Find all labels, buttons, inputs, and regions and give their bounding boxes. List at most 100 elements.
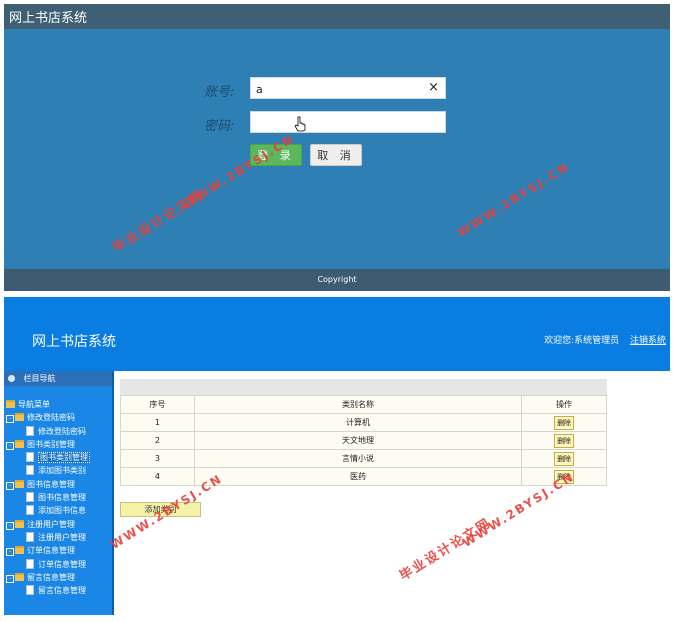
folder-icon	[15, 572, 24, 581]
admin-header: 网上书店系统 欢迎您:系统管理员 注销系统	[4, 297, 670, 371]
nav-group-label: 图书类别管理	[27, 439, 75, 449]
nav-item-book-info-manage[interactable]: 图书信息管理	[4, 491, 90, 504]
logout-link[interactable]: 注销系统	[630, 336, 666, 346]
password-field-box	[250, 111, 446, 134]
sidebar: 栏目导航 导航菜单 - 修改登陆密码 修改登陆密码 - 图书类别管理 图书类别管理 …	[4, 371, 114, 615]
admin-app-title: 网上书店系统	[32, 334, 116, 350]
nav-item-messages-manage[interactable]: 留言信息管理	[4, 584, 90, 597]
cell-no: 3	[120, 449, 195, 468]
document-icon	[26, 505, 34, 516]
delete-button[interactable]: 删除	[554, 451, 575, 466]
nav-group-label: 注册用户管理	[27, 519, 75, 529]
password-input[interactable]	[251, 113, 426, 134]
welcome-area: 欢迎您:系统管理员 注销系统	[544, 333, 666, 346]
nav-root-label: 导航菜单	[18, 400, 50, 409]
cell-name: 天文地理	[193, 431, 523, 450]
nav-group-messages[interactable]: - 留言信息管理	[4, 571, 90, 584]
clear-icon[interactable]: ×	[428, 80, 439, 95]
nav-item-label: 添加图书类别	[38, 466, 86, 476]
expand-circle-icon	[8, 375, 15, 382]
document-icon	[26, 558, 34, 569]
login-topbar: 网上书店系统	[4, 4, 670, 29]
nav-item-label: 留言信息管理	[38, 586, 86, 596]
document-icon	[26, 425, 34, 436]
login-footer: Copyright	[4, 269, 670, 291]
collapse-icon[interactable]: -	[6, 574, 14, 583]
cancel-button[interactable]: 取 消	[310, 144, 362, 166]
delete-button[interactable]: 删除	[554, 415, 575, 430]
nav-group-password[interactable]: - 修改登陆密码	[4, 411, 90, 424]
document-icon	[26, 492, 34, 503]
collapse-icon[interactable]: -	[6, 481, 14, 490]
table-row: 1 计算机 删除	[120, 413, 607, 432]
nav-group-label: 留言信息管理	[27, 572, 75, 582]
nav-tree: 导航菜单 - 修改登陆密码 修改登陆密码 - 图书类别管理 图书类别管理 添加图书类…	[4, 398, 90, 597]
collapse-icon[interactable]: -	[6, 415, 14, 424]
copyright-text: Copyright	[317, 275, 357, 284]
cell-name: 计算机	[193, 413, 523, 432]
content-title-bar	[120, 379, 607, 395]
nav-item-add-book-category[interactable]: 添加图书类别	[4, 464, 90, 477]
collapse-icon[interactable]: -	[6, 548, 14, 557]
col-header-no: 序号	[120, 395, 195, 414]
nav-item-book-category-manage[interactable]: 图书类别管理	[4, 451, 90, 464]
cell-action: 删除	[521, 449, 607, 468]
nav-group-book-category[interactable]: - 图书类别管理	[4, 438, 90, 451]
sidebar-header[interactable]: 栏目导航	[4, 371, 112, 386]
nav-item-label: 图书类别管理	[38, 452, 90, 464]
cell-no: 4	[120, 467, 195, 486]
nav-item-orders-manage[interactable]: 订单信息管理	[4, 558, 90, 571]
cell-no: 2	[120, 431, 195, 450]
password-label: 密码:	[204, 119, 235, 134]
folder-icon	[15, 546, 24, 555]
table-row: 4 医药 删除	[120, 467, 607, 486]
cell-action: 删除	[521, 413, 607, 432]
document-icon	[26, 531, 34, 542]
folder-icon	[15, 413, 24, 422]
folder-icon	[15, 479, 24, 488]
delete-button[interactable]: 删除	[554, 433, 575, 448]
table-header-row: 序号 类别名称 操作	[120, 395, 607, 414]
folder-icon	[6, 400, 15, 408]
sidebar-header-label: 栏目导航	[23, 374, 56, 383]
login-app-title: 网上书店系统	[9, 11, 88, 26]
nav-group-users[interactable]: - 注册用户管理	[4, 518, 90, 531]
nav-item-add-book-info[interactable]: 添加图书信息	[4, 504, 90, 517]
hand-cursor-icon	[294, 116, 306, 132]
document-icon	[26, 452, 34, 463]
nav-group-label: 修改登陆密码	[27, 413, 75, 423]
document-icon	[26, 585, 34, 596]
admin-screen: 网上书店系统 欢迎您:系统管理员 注销系统 栏目导航 导航菜单 - 修改登陆密码 …	[4, 297, 670, 615]
nav-item-label: 图书信息管理	[38, 493, 86, 503]
nav-group-label: 图书信息管理	[27, 479, 75, 489]
welcome-text: 欢迎您:系统管理员	[544, 336, 620, 346]
folder-icon	[15, 439, 24, 448]
nav-group-label: 订单信息管理	[27, 546, 75, 556]
account-input[interactable]	[251, 79, 426, 100]
cell-name: 言情小说	[193, 449, 523, 468]
collapse-icon[interactable]: -	[6, 521, 14, 530]
nav-root[interactable]: 导航菜单	[4, 398, 90, 411]
col-header-name: 类别名称	[193, 395, 523, 414]
login-screen: 网上书店系统 账号: × 密码: 登 录 取 消 Copyright	[4, 4, 670, 291]
nav-item-label: 订单信息管理	[38, 559, 86, 569]
nav-item-change-password[interactable]: 修改登陆密码	[4, 425, 90, 438]
nav-item-label: 添加图书信息	[38, 506, 86, 516]
table-row: 3 言情小说 删除	[120, 449, 607, 468]
cell-name: 医药	[193, 467, 523, 486]
collapse-icon[interactable]: -	[6, 441, 14, 450]
table-row: 2 天文地理 删除	[120, 431, 607, 450]
cell-no: 1	[120, 413, 195, 432]
document-icon	[26, 465, 34, 476]
category-table: 序号 类别名称 操作 1 计算机 删除 2 天文地理 删除 3 言情小说 删除 …	[120, 395, 607, 486]
nav-item-label: 注册用户管理	[38, 532, 86, 542]
cell-action: 删除	[521, 431, 607, 450]
folder-icon	[15, 519, 24, 528]
account-label: 账号:	[204, 85, 235, 100]
nav-item-label: 修改登陆密码	[38, 426, 86, 436]
nav-group-orders[interactable]: - 订单信息管理	[4, 544, 90, 557]
nav-item-users-manage[interactable]: 注册用户管理	[4, 531, 90, 544]
col-header-action: 操作	[521, 395, 607, 414]
nav-group-book-info[interactable]: - 图书信息管理	[4, 478, 90, 491]
account-field-box: ×	[250, 77, 446, 100]
